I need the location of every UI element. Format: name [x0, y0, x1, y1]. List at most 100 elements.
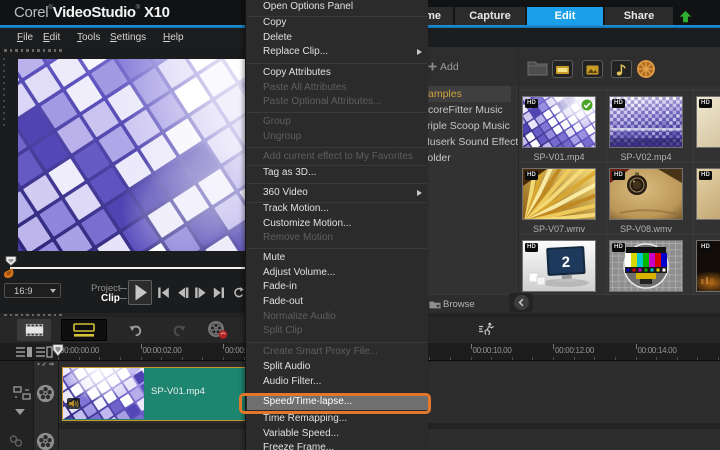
menu-separator — [247, 16, 427, 17]
menu-item-split-clip[interactable]: Split Clip — [246, 324, 428, 339]
library-folder-muserk-sound-effect[interactable]: Muserk Sound Effect — [420, 134, 518, 150]
menu-item-track-motion[interactable]: Track Motion... — [246, 202, 428, 217]
registered-mark-icon: ® — [136, 5, 140, 11]
library-folder-scorefitter-music[interactable]: ScoreFitter Music — [420, 102, 518, 118]
menu-item-paste-optional-attributes[interactable]: Paste Optional Attributes... — [246, 95, 428, 110]
media-thumbnail[interactable]: HD — [523, 97, 595, 147]
menu-item-audio-filter[interactable]: Audio Filter... — [246, 375, 428, 390]
playhead-icon[interactable] — [52, 344, 64, 357]
overlay-track-reel-icon[interactable] — [36, 432, 55, 450]
ruler-minor-tick — [141, 357, 142, 360]
ruler-label: 00:00:12.00 — [555, 346, 594, 355]
menu-item-freeze-frame[interactable]: Freeze Frame... — [246, 441, 428, 450]
menu-item-customize-motion[interactable]: Customize Motion... — [246, 217, 428, 232]
menu-item-mute[interactable]: Mute — [246, 251, 428, 266]
grip-dot — [32, 314, 35, 317]
grip-dot — [3, 76, 5, 78]
menu-item-remove-motion[interactable]: Remove Motion — [246, 231, 428, 246]
video-track-reel-icon[interactable] — [36, 384, 55, 403]
menubar-item-help[interactable]: Help — [163, 31, 184, 45]
media-thumbnail[interactable]: HD — [523, 169, 595, 219]
go-to-start-button[interactable] — [157, 286, 171, 300]
library-folder-triple-scoop-music[interactable]: Triple Scoop Music — [420, 118, 518, 134]
menu-item-ungroup[interactable]: Ungroup — [246, 130, 428, 145]
menubar-item-tools[interactable]: Tools — [77, 31, 100, 45]
add-folder-label[interactable]: Add — [440, 61, 459, 73]
menu-item-fade-out[interactable]: Fade-out — [246, 295, 428, 310]
timeline-grip[interactable] — [4, 314, 62, 317]
grip-dot — [3, 106, 5, 108]
media-thumbnail[interactable]: HD — [610, 97, 682, 147]
tab-edit[interactable]: Edit — [525, 7, 603, 25]
tab-share[interactable]: Share — [603, 7, 673, 25]
expand-tracks-icon[interactable] — [15, 409, 25, 415]
menu-item-open-options-panel[interactable]: Open Options Panel — [246, 0, 428, 15]
scrubber-head-icon[interactable] — [5, 256, 17, 266]
library-folder-folder[interactable]: Folder — [420, 150, 518, 166]
menubar-item-file[interactable]: File — [17, 31, 33, 45]
media-thumbnail[interactable]: HD — [697, 241, 720, 291]
filter-photos-button[interactable] — [582, 60, 603, 78]
menu-item-paste-all-attributes[interactable]: Paste All Attributes — [246, 81, 428, 96]
hd-badge: HD — [525, 99, 538, 108]
library-folder-icon[interactable] — [527, 59, 548, 77]
menu-item-create-smart-proxy-file[interactable]: Create Smart Proxy File... — [246, 345, 428, 360]
library-folder-samples[interactable]: Samples — [420, 86, 511, 102]
media-thumbnail[interactable]: HD — [697, 169, 720, 219]
track-toggle-all-icon[interactable] — [15, 346, 33, 358]
menu-item-normalize-audio[interactable]: Normalize Audio — [246, 310, 428, 325]
next-frame-button[interactable] — [194, 286, 208, 300]
add-folder-icon[interactable] — [428, 62, 437, 71]
clip-mode-label[interactable]: Clip — [101, 293, 120, 304]
menu-item-copy-attributes[interactable]: Copy Attributes — [246, 66, 428, 81]
menu-item-variable-speed[interactable]: Variable Speed... — [246, 427, 428, 442]
repeat-button[interactable] — [231, 286, 245, 300]
menu-item-split-audio[interactable]: Split Audio — [246, 360, 428, 375]
motion-tracking-button[interactable] — [476, 319, 496, 341]
undo-button[interactable] — [123, 319, 147, 341]
redo-button[interactable] — [167, 319, 191, 341]
menubar-item-settings[interactable]: Settings — [110, 31, 146, 45]
menu-item-tag-as-3d[interactable]: Tag as 3D... — [246, 166, 428, 181]
filter-wheel-icon[interactable] — [636, 59, 656, 79]
menubar-item-edit[interactable]: Edit — [43, 31, 60, 45]
tab-capture[interactable]: Capture — [453, 7, 525, 25]
previous-frame-button[interactable] — [176, 286, 190, 300]
swap-tracks-icon[interactable] — [12, 385, 32, 401]
menu-item-time-remapping[interactable]: Time Remapping... — [246, 412, 428, 427]
ruler-minor-tick — [471, 357, 472, 360]
menu-item-add-current-effect-to-my-favorites[interactable]: Add current effect to My Favorites — [246, 150, 428, 165]
ruler-minor-tick — [636, 357, 637, 360]
menu-item-replace-clip[interactable]: Replace Clip... — [246, 45, 428, 60]
media-thumbnail[interactable]: HD — [610, 169, 682, 219]
menu-item-adjust-volume[interactable]: Adjust Volume... — [246, 266, 428, 281]
menu-item-group[interactable]: Group — [246, 115, 428, 130]
filter-audio-button[interactable] — [611, 60, 632, 78]
track-mini-controls[interactable] — [36, 361, 56, 367]
grip-dot — [3, 70, 5, 72]
media-thumbnail[interactable]: 2HD — [523, 241, 595, 291]
menu-item-copy[interactable]: Copy — [246, 16, 428, 31]
menu-item-delete[interactable]: Delete — [246, 31, 428, 46]
selected-check-icon — [581, 99, 593, 111]
clip-thumbnail — [63, 368, 144, 419]
track-toggle-icon[interactable] — [35, 346, 53, 358]
timeline-view-button[interactable] — [61, 319, 107, 341]
browse-label[interactable]: Browse — [443, 299, 475, 310]
media-thumbnail[interactable]: HD — [610, 241, 682, 291]
storyboard-view-button[interactable] — [17, 319, 51, 341]
menu-item-fade-in[interactable]: Fade-in — [246, 280, 428, 295]
trim-marker-icon[interactable] — [3, 268, 15, 279]
collapse-circle[interactable] — [514, 295, 529, 310]
record-capture-button[interactable] — [204, 319, 232, 341]
link-tracks-icon[interactable] — [9, 434, 23, 448]
upgrade-arrow-icon[interactable] — [679, 10, 692, 24]
media-thumbnail[interactable]: HD — [697, 97, 720, 147]
filter-videos-button[interactable] — [552, 60, 573, 78]
panel-grip-vertical[interactable] — [3, 58, 5, 130]
play-button[interactable] — [128, 280, 152, 305]
go-to-end-button[interactable] — [212, 286, 226, 300]
menu-item-360-video[interactable]: 360 Video — [246, 186, 428, 201]
grip-dot — [3, 100, 5, 102]
toolbar-grip[interactable] — [4, 49, 62, 52]
